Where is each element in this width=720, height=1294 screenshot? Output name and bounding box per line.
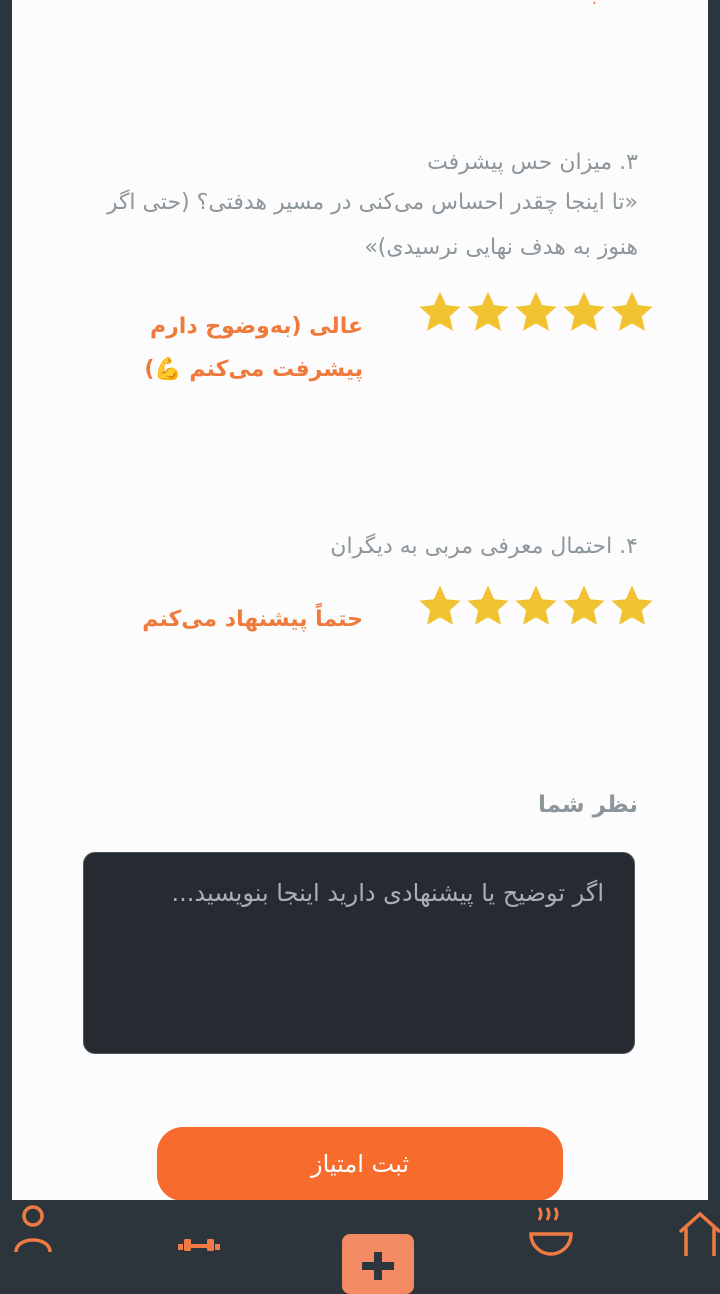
star-icon[interactable] bbox=[416, 288, 464, 336]
nav-nutrition[interactable] bbox=[526, 1200, 576, 1280]
profile-icon bbox=[14, 1205, 52, 1252]
question-3-title: ۳. میزان حس پیشرفت bbox=[427, 150, 638, 175]
star-icon[interactable] bbox=[416, 582, 464, 630]
bottom-navigation bbox=[0, 1200, 720, 1294]
plus-icon bbox=[362, 1252, 394, 1280]
question-4-rating-label: حتماً پیشنهاد می‌کنم bbox=[142, 607, 363, 632]
star-icon[interactable] bbox=[512, 582, 560, 630]
dumbbell-icon bbox=[178, 1239, 220, 1251]
star-icon[interactable] bbox=[608, 582, 656, 630]
question-3-text: «تا اینجا چقدر احساس می‌کنی در مسیر هدفت… bbox=[106, 190, 638, 260]
question-3-rating-label: عالی (به‌وضوح دارم پیشرفت می‌کنم 💪) bbox=[144, 314, 363, 382]
add-button[interactable] bbox=[342, 1234, 414, 1294]
comment-label: نظر شما bbox=[537, 792, 638, 818]
comment-textarea[interactable]: اگر توضیح یا پیشنهادی دارید اینجا بنویسی… bbox=[83, 852, 635, 1054]
star-icon[interactable] bbox=[608, 288, 656, 336]
star-icon[interactable] bbox=[512, 288, 560, 336]
question-3-star-rating[interactable] bbox=[416, 288, 656, 336]
food-bowl-icon bbox=[529, 1207, 573, 1256]
nav-profile[interactable] bbox=[10, 1200, 56, 1280]
survey-page: ر ۲) ۳. میزان حس پیشرفت «تا اینجا چقدر ا… bbox=[12, 0, 708, 1200]
nav-home[interactable] bbox=[676, 1200, 720, 1280]
home-icon bbox=[678, 1211, 720, 1256]
star-icon[interactable] bbox=[560, 288, 608, 336]
question-4-star-rating[interactable] bbox=[416, 582, 656, 630]
submit-rating-button[interactable]: ثبت امتیاز bbox=[157, 1127, 563, 1200]
previous-content-fragment: ر ۲) bbox=[587, 0, 617, 4]
star-icon[interactable] bbox=[560, 582, 608, 630]
previous-fragment-text: ر ۲) bbox=[587, 0, 606, 4]
nav-workout[interactable] bbox=[176, 1200, 222, 1280]
star-icon[interactable] bbox=[464, 582, 512, 630]
question-4-title: ۴. احتمال معرفی مربی به دیگران bbox=[330, 534, 638, 559]
star-icon[interactable] bbox=[464, 288, 512, 336]
